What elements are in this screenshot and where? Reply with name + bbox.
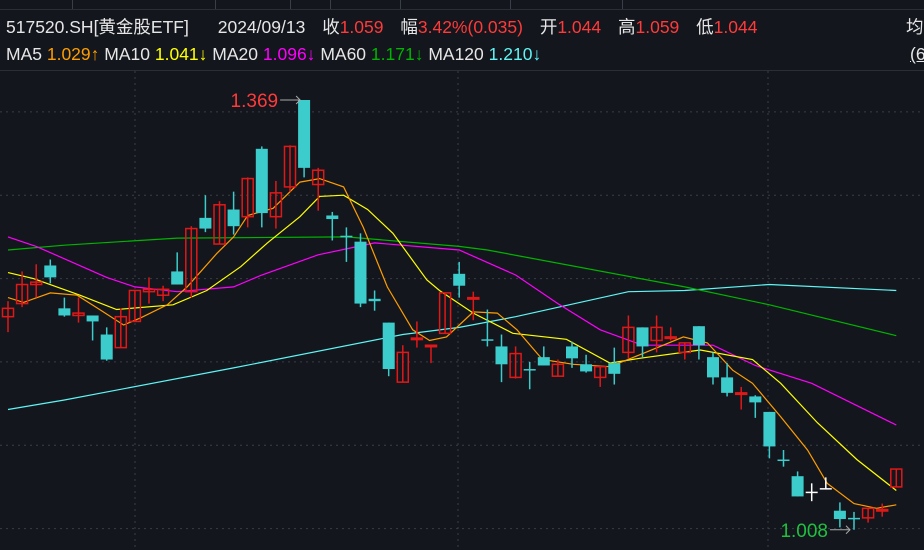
candle-body-up xyxy=(875,508,889,512)
plot-area xyxy=(0,71,924,550)
candle-body-down xyxy=(707,357,719,378)
candle-body-down xyxy=(227,209,240,227)
candle-body-down xyxy=(608,363,621,374)
candle-body-down xyxy=(537,357,550,366)
candle-body-down xyxy=(298,100,311,168)
candle-body-down xyxy=(340,235,353,238)
candle-body-up xyxy=(664,336,677,340)
high-price-label: 1.369 xyxy=(231,91,279,112)
candle-body-down xyxy=(199,217,212,229)
candle-body-down xyxy=(44,265,57,278)
candle-body-down xyxy=(368,298,381,302)
candle-body-down xyxy=(326,215,339,220)
candle-body-down xyxy=(523,369,536,371)
candle-body-down xyxy=(636,327,649,347)
candle-body-down xyxy=(255,148,268,214)
candle-body-down xyxy=(382,322,395,370)
candle-body-down xyxy=(777,459,790,462)
candle-body-down xyxy=(495,346,508,365)
candle-body-down xyxy=(580,364,593,372)
low-price-label: 1.008 xyxy=(780,521,828,542)
candle-body-up xyxy=(410,337,424,341)
candle-body-flat xyxy=(819,488,832,490)
ma-line-ma60 xyxy=(7,236,897,337)
candle-body-down xyxy=(692,326,705,346)
candle-body-down xyxy=(481,339,494,341)
candle-body-down xyxy=(58,308,71,316)
candle-body-down xyxy=(100,334,113,360)
candlestick-chart[interactable]: 1.369 1.008 xyxy=(0,0,924,550)
candle-body-down xyxy=(763,411,776,447)
candle-body-down xyxy=(566,346,578,359)
candle-body-down xyxy=(749,396,762,403)
ma-line-ma10 xyxy=(7,194,897,491)
candle-body-up xyxy=(734,392,748,396)
candle-body-down xyxy=(791,476,804,497)
candle-body-flat xyxy=(805,491,818,494)
candle-body-down xyxy=(354,241,367,304)
candle-body-down xyxy=(721,377,734,393)
candle-body-down xyxy=(453,273,466,286)
candle-body-down xyxy=(86,315,99,322)
candle-body-up xyxy=(424,344,438,348)
candle-body-down xyxy=(848,517,860,520)
candle-body-up xyxy=(467,296,480,300)
candle-body-down xyxy=(171,271,184,285)
candle-body-down xyxy=(833,510,846,520)
ma-line-ma5 xyxy=(7,177,897,509)
